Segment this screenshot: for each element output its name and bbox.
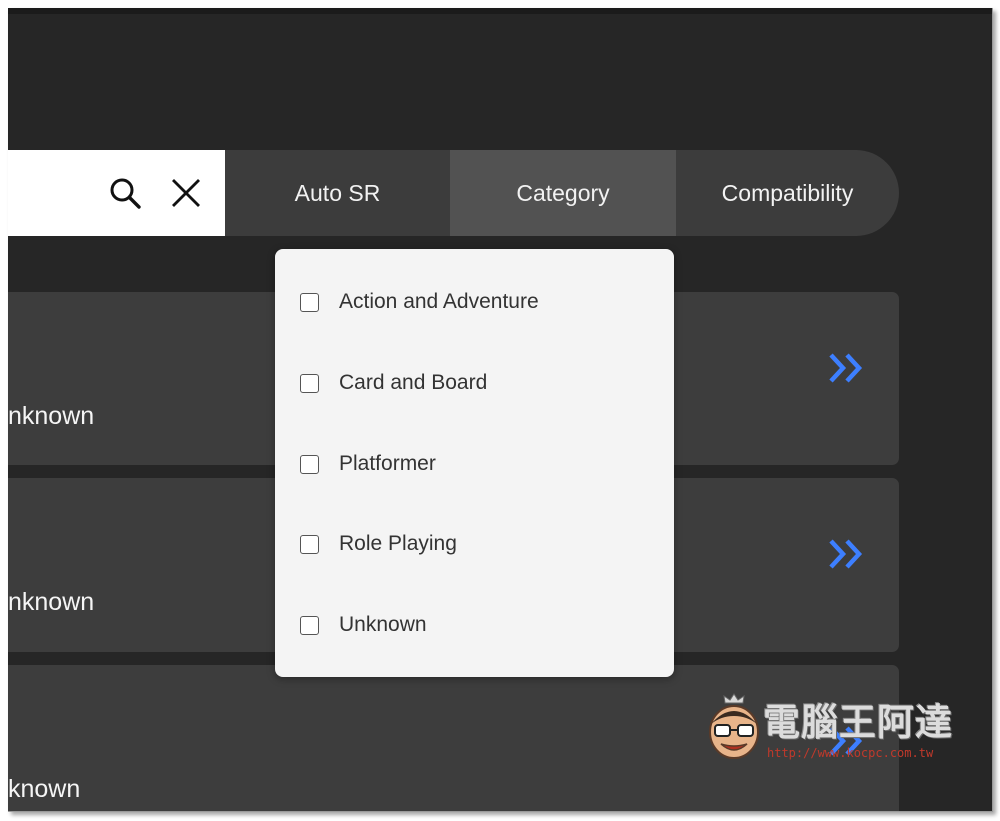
screenshot-frame: Auto SR Category Compatibility nknown nk… [0, 0, 1000, 821]
search-bar [8, 150, 225, 236]
category-option-label: Platformer [339, 452, 436, 475]
open-details-button[interactable] [826, 534, 866, 574]
category-option-label: Card and Board [339, 371, 488, 394]
search-button[interactable] [105, 173, 145, 213]
checkbox-icon[interactable] [300, 534, 319, 554]
search-icon [110, 178, 141, 209]
tab-label: Category [516, 179, 610, 206]
checkbox-icon[interactable] [300, 454, 319, 474]
double-chevron-right-icon [829, 353, 863, 383]
checkbox-icon[interactable] [300, 615, 319, 635]
window-top-strip [8, 8, 992, 14]
tab-label: Compatibility [721, 179, 854, 206]
category-dropdown: Action and Adventure Card and Board Plat… [275, 249, 674, 677]
clear-search-button[interactable] [166, 173, 206, 213]
card-status-value: known [8, 775, 81, 803]
double-chevron-right-icon [829, 539, 863, 569]
category-option[interactable]: Role Playing [275, 514, 674, 574]
tab-compatibility[interactable]: Compatibility [676, 150, 899, 236]
card-status-value: nknown [8, 588, 95, 616]
category-option-label: Unknown [339, 613, 427, 636]
category-option-label: Role Playing [339, 532, 457, 555]
tab-auto-sr[interactable]: Auto SR [225, 150, 450, 236]
search-input[interactable] [8, 150, 103, 236]
watermark-url: http://www.kocpc.com.tw [767, 746, 934, 760]
tab-label: Auto SR [294, 179, 381, 206]
close-icon [172, 179, 200, 207]
category-option[interactable]: Platformer [275, 434, 674, 494]
category-option[interactable]: Action and Adventure [275, 272, 674, 332]
category-option[interactable]: Card and Board [275, 353, 674, 413]
tab-category[interactable]: Category [450, 150, 676, 236]
watermark-title: 電腦王阿達 [763, 701, 953, 744]
category-option-label: Action and Adventure [339, 290, 539, 313]
checkbox-icon[interactable] [300, 292, 319, 312]
checkbox-icon[interactable] [300, 373, 319, 393]
open-details-button[interactable] [826, 348, 866, 388]
category-option[interactable]: Unknown [275, 595, 674, 655]
mascot-face-icon [709, 693, 759, 759]
card-status-value: nknown [8, 402, 95, 430]
watermark: 電腦王阿達 http://www.kocpc.com.tw [705, 688, 970, 768]
